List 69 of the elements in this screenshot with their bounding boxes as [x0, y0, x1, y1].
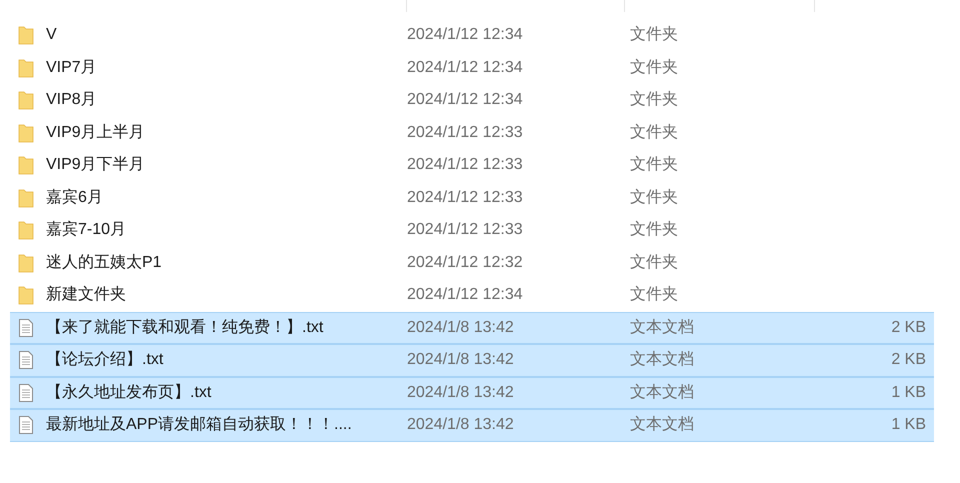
folder-icon [18, 58, 34, 78]
file-size: 2 KB [891, 350, 926, 370]
file-row[interactable]: VIP9月上半月 2024/1/12 12:33 文件夹 [10, 116, 934, 149]
file-row[interactable]: VIP9月下半月 2024/1/12 12:33 文件夹 [10, 149, 934, 182]
file-row[interactable]: 【来了就能下载和观看！纯免费！】.txt 2024/1/8 13:42 文本文档 2 KB [10, 312, 934, 344]
date-modified: 2024/1/12 12:33 [407, 188, 524, 208]
file-type: 文件夹 [630, 154, 679, 176]
file-type: 文本文档 [630, 318, 695, 338]
folder-icon [18, 188, 34, 208]
text-file-icon [18, 350, 34, 370]
date-modified: 2024/1/8 13:42 [407, 415, 515, 436]
date-modified: 2024/1/12 12:32 [407, 252, 524, 273]
file-size: 1 KB [891, 415, 926, 436]
file-name: 嘉宾7-10月 [46, 220, 126, 240]
file-name: 最新地址及APP请发邮箱自动获取！！！.... [46, 414, 352, 436]
date-modified: 2024/1/12 12:34 [407, 25, 524, 46]
file-type: 文件夹 [630, 252, 679, 273]
file-type: 文件夹 [630, 24, 679, 46]
file-name: VIP9月下半月 [46, 154, 145, 176]
text-file-icon [18, 415, 34, 436]
date-modified: 2024/1/8 13:42 [407, 382, 515, 403]
file-type: 文本文档 [630, 382, 695, 403]
file-row[interactable]: VIP7月 2024/1/12 12:34 文件夹 [10, 52, 934, 84]
date-modified: 2024/1/12 12:33 [407, 155, 524, 176]
file-name: 新建文件夹 [46, 284, 126, 306]
file-row[interactable]: 嘉宾6月 2024/1/12 12:33 文件夹 [10, 182, 934, 214]
file-type: 文件夹 [630, 188, 679, 208]
folder-icon [18, 90, 34, 110]
file-row[interactable]: V 2024/1/12 12:34 文件夹 [10, 19, 934, 52]
file-size: 2 KB [891, 318, 926, 338]
text-file-icon [18, 382, 34, 403]
date-modified: 2024/1/8 13:42 [407, 350, 515, 370]
folder-icon [18, 220, 34, 240]
file-type: 文件夹 [630, 122, 679, 143]
file-size: 1 KB [891, 382, 926, 403]
date-modified: 2024/1/8 13:42 [407, 318, 515, 338]
date-modified: 2024/1/12 12:34 [407, 285, 524, 306]
folder-icon [18, 25, 34, 46]
file-row[interactable]: 新建文件夹 2024/1/12 12:34 文件夹 [10, 279, 934, 312]
file-type: 文件夹 [630, 58, 679, 78]
date-modified: 2024/1/12 12:34 [407, 90, 524, 110]
file-name: 【论坛介绍】.txt [46, 350, 164, 370]
file-row[interactable]: 最新地址及APP请发邮箱自动获取！！！.... 2024/1/8 13:42 文本文档 1 KB [10, 409, 934, 442]
file-type: 文件夹 [630, 90, 679, 110]
file-name: V [46, 25, 57, 46]
date-modified: 2024/1/12 12:33 [407, 220, 524, 240]
file-name: VIP8月 [46, 90, 97, 110]
file-type: 文本文档 [630, 414, 695, 436]
date-modified: 2024/1/12 12:33 [407, 122, 524, 143]
file-type: 文件夹 [630, 284, 679, 306]
file-name: VIP9月上半月 [46, 122, 145, 143]
folder-icon [18, 285, 34, 306]
date-modified: 2024/1/12 12:34 [407, 58, 524, 78]
file-row[interactable]: VIP8月 2024/1/12 12:34 文件夹 [10, 84, 934, 116]
file-row[interactable]: 迷人的五姨太P1 2024/1/12 12:32 文件夹 [10, 246, 934, 279]
file-type: 文件夹 [630, 220, 679, 240]
file-row[interactable]: 嘉宾7-10月 2024/1/12 12:33 文件夹 [10, 214, 934, 246]
file-row[interactable]: 【论坛介绍】.txt 2024/1/8 13:42 文本文档 2 KB [10, 344, 934, 376]
folder-icon [18, 155, 34, 176]
text-file-icon [18, 318, 34, 338]
file-name: 【来了就能下载和观看！纯免费！】.txt [46, 318, 324, 338]
folder-icon [18, 122, 34, 143]
file-name: 【永久地址发布页】.txt [46, 382, 212, 403]
folder-icon [18, 252, 34, 273]
file-type: 文本文档 [630, 350, 695, 370]
file-name: 迷人的五姨太P1 [46, 252, 162, 273]
file-row[interactable]: 【永久地址发布页】.txt 2024/1/8 13:42 文本文档 1 KB [10, 376, 934, 409]
file-name: 嘉宾6月 [46, 188, 103, 208]
file-name: VIP7月 [46, 58, 97, 78]
